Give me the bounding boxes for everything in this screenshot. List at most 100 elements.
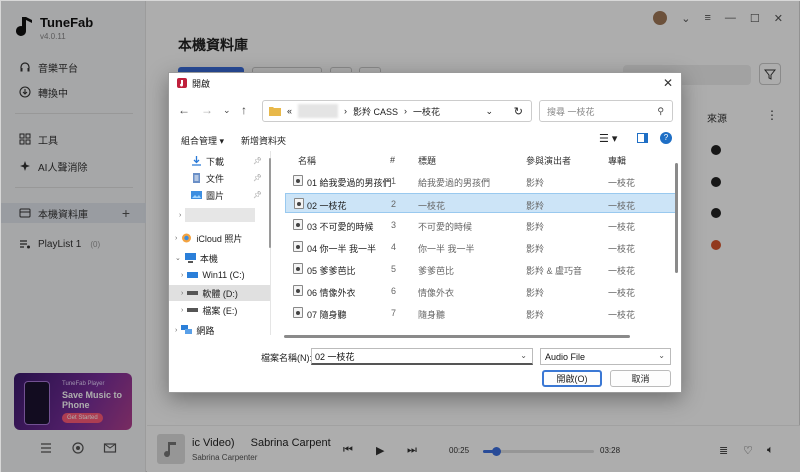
file-row[interactable]: 05 爹爹芭比 5 爹爹芭比 影羚 & 盧巧音 一枝花 (285, 259, 676, 279)
breadcrumb-item[interactable]: 一枝花 (413, 105, 440, 118)
tree-item-drive-c[interactable]: › Win11 (C:) (169, 267, 270, 283)
file-row[interactable]: 01 給我愛過的男孩們 1 給我愛過的男孩們 影羚 一枝花 (285, 171, 676, 191)
file-number: 7 (391, 308, 397, 318)
dialog-titlebar: 開啟 ✕ (169, 73, 681, 93)
column-header-number[interactable]: # (390, 151, 395, 169)
tree-item-label: 下載 (206, 156, 225, 167)
chevron-down-icon[interactable]: ⌄ (485, 106, 493, 117)
column-header-artist[interactable]: 參與演出者 (526, 151, 571, 169)
tree-scrollbar[interactable] (269, 158, 271, 248)
file-title: 隨身聽 (418, 310, 446, 320)
column-header-label: 名稱 (298, 155, 317, 166)
address-row: ← → ⌄ ↑ « › 影羚 CASS › 一枝花 ⌄ ↻ 搜尋 一枝花 ⚲ (169, 97, 681, 125)
app-window: TuneFab v4.0.11 音樂平台 轉換中 工具 AI人聲消除 本機資料庫… (0, 0, 800, 472)
file-name: 07 隨身聽 (307, 310, 347, 320)
tree-item-drive-d[interactable]: › 軟體 (D:) (169, 285, 270, 301)
up-icon[interactable]: ↑ (241, 103, 247, 117)
tree-item-label: 檔案 (E:) (202, 305, 238, 316)
tree-item-label: 網路 (196, 325, 215, 336)
icloud-icon (181, 233, 192, 243)
open-button[interactable]: 開啟(O) (542, 370, 602, 387)
tree-item-redacted[interactable]: › (169, 207, 270, 223)
organize-menu[interactable]: 組合管理 ▾ (181, 134, 224, 147)
file-number: 3 (391, 220, 397, 230)
recent-locations-icon[interactable]: ⌄ (223, 105, 231, 116)
audio-file-icon (293, 219, 303, 230)
filetype-value: Audio File (545, 351, 586, 362)
column-header-name[interactable]: 名稱 (298, 151, 316, 169)
chevron-right-icon[interactable]: › (181, 272, 183, 279)
chevron-down-icon[interactable]: ⌄ (658, 351, 665, 360)
sort-arrow-icon: ^ (336, 151, 340, 156)
tree-item-label: 軟體 (D:) (202, 288, 238, 299)
file-list-vertical-scrollbar[interactable] (675, 163, 678, 273)
dialog-title: 開啟 (192, 78, 211, 89)
file-list: 名稱 ^ # 標題 參與演出者 專輯 01 給我愛過的男孩們 1 給我愛過的男孩… (276, 151, 676, 331)
tree-item-this-pc[interactable]: ⌄ 本機 (169, 250, 270, 266)
file-name: 02 一枝花 (307, 201, 347, 211)
column-header-title[interactable]: 標題 (418, 151, 436, 169)
breadcrumb-item[interactable]: 影羚 CASS (353, 105, 398, 118)
redacted-path (298, 104, 339, 118)
tree-item-documents[interactable]: 文件 📌︎ (169, 170, 270, 186)
chevron-right-icon[interactable]: › (175, 235, 177, 242)
file-album: 一枝花 (608, 178, 636, 188)
tree-item-drive-e[interactable]: › 檔案 (E:) (169, 302, 270, 318)
file-list-horizontal-scrollbar[interactable] (284, 335, 630, 338)
tree-item-network[interactable]: › 網路 (169, 322, 270, 338)
chevron-right-icon[interactable]: › (179, 212, 181, 219)
file-artist: 影羚 (526, 222, 545, 232)
file-row[interactable]: 04 你一半 我一半 4 你一半 我一半 影羚 一枝花 (285, 237, 676, 257)
forward-icon[interactable]: → (201, 103, 213, 117)
cancel-button[interactable]: 取消 (610, 370, 671, 387)
search-icon: ⚲ (657, 105, 664, 116)
file-title: 你一半 我一半 (418, 244, 475, 254)
file-title: 情像外衣 (418, 288, 455, 298)
breadcrumb-separator: › (344, 106, 348, 116)
new-folder-button[interactable]: 新增資料夾 (241, 134, 286, 147)
help-icon[interactable]: ? (660, 132, 672, 144)
tree-item-downloads[interactable]: 下載 📌︎ (169, 153, 270, 169)
file-row[interactable]: 07 隨身聽 7 隨身聽 影羚 一枝花 (285, 303, 676, 323)
file-title: 爹爹芭比 (418, 266, 455, 276)
pin-icon[interactable]: 📌︎ (253, 191, 262, 199)
chevron-down-icon[interactable]: ⌄ (175, 254, 181, 262)
filename-value: 02 一枝花 (315, 351, 355, 362)
address-prefix: « (287, 106, 293, 116)
chevron-right-icon[interactable]: › (181, 290, 183, 297)
tree-item-pictures[interactable]: 圖片 📌︎ (169, 187, 270, 203)
tree-item-label: 本機 (199, 253, 218, 264)
file-artist: 影羚 (526, 244, 545, 254)
file-number: 6 (391, 286, 397, 296)
tree-item-label: iCloud 照片 (196, 233, 243, 244)
filetype-select[interactable]: Audio File ⌄ (540, 348, 671, 365)
tunefab-small-icon (177, 78, 187, 88)
file-name: 03 不可愛的時候 (307, 222, 374, 232)
pin-icon[interactable]: 📌︎ (253, 157, 262, 165)
chevron-right-icon[interactable]: › (175, 327, 177, 334)
file-artist: 影羚 (526, 288, 545, 298)
file-name: 05 爹爹芭比 (307, 266, 356, 276)
column-header-album[interactable]: 專輯 (608, 151, 626, 169)
chevron-down-icon[interactable]: ⌄ (520, 351, 527, 360)
file-artist: 影羚 & 盧巧音 (526, 266, 583, 276)
filename-input[interactable]: 02 一枝花 ⌄ (311, 348, 533, 365)
file-row[interactable]: 06 情像外衣 6 情像外衣 影羚 一枝花 (285, 281, 676, 301)
address-bar[interactable]: « › 影羚 CASS › 一枝花 ⌄ ↻ (262, 100, 532, 122)
file-row[interactable]: 03 不可愛的時候 3 不可愛的時候 影羚 一枝花 (285, 215, 676, 235)
file-row-selected[interactable]: 02 一枝花 2 一枝花 影羚 一枝花 (285, 193, 676, 213)
preview-pane-icon[interactable] (637, 133, 648, 143)
file-album: 一枝花 (608, 310, 636, 320)
file-album: 一枝花 (608, 266, 636, 276)
tree-item-icloud[interactable]: › iCloud 照片 (169, 230, 270, 246)
file-name: 04 你一半 我一半 (307, 244, 377, 254)
breadcrumb-separator: › (404, 106, 408, 116)
dialog-close-icon[interactable]: ✕ (663, 76, 673, 90)
view-options-icon[interactable]: ☰ ▾ (599, 132, 617, 145)
back-icon[interactable]: ← (178, 103, 190, 117)
dialog-search-input[interactable]: 搜尋 一枝花 ⚲ (539, 100, 673, 122)
chevron-right-icon[interactable]: › (181, 307, 183, 314)
refresh-icon[interactable]: ↻ (514, 105, 523, 118)
open-file-dialog: 開啟 ✕ ← → ⌄ ↑ « › 影羚 CASS › 一枝花 ⌄ ↻ 搜尋 一枝… (168, 72, 682, 393)
pin-icon[interactable]: 📌︎ (253, 174, 262, 182)
